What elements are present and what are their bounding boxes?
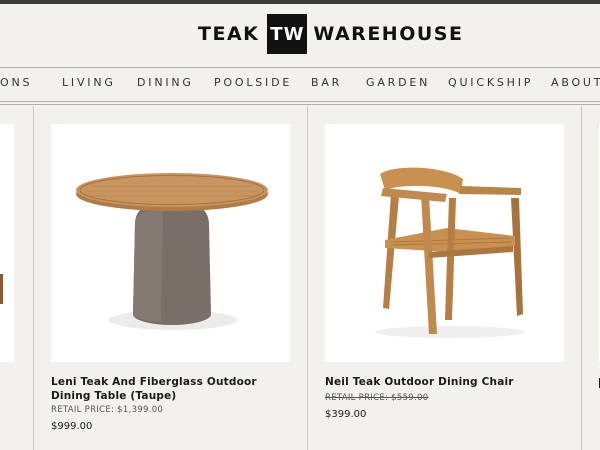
nav-item-quickship[interactable]: QUICKSHIP	[448, 76, 533, 89]
brand-right: WAREHOUSE	[313, 23, 464, 45]
sale-price: $399.00	[325, 409, 367, 420]
product-name[interactable]: Leni Teak And Fiberglass Outdoor Dining …	[51, 376, 291, 403]
sale-price: $999.00	[51, 421, 93, 432]
product-image[interactable]	[51, 124, 290, 362]
product-image-partial[interactable]	[0, 124, 14, 362]
product-card-partial-left[interactable]	[0, 106, 34, 450]
product-card-partial-right[interactable]	[581, 106, 600, 450]
nav-item-collections[interactable]: IONS	[0, 76, 32, 89]
nav-item-bar[interactable]: BAR	[311, 76, 342, 89]
main-nav: IONS LIVING DINING POOLSIDE BAR GARDEN Q…	[0, 76, 600, 92]
product-name[interactable]: Neil Teak Outdoor Dining Chair	[325, 376, 565, 390]
nav-item-about[interactable]: ABOUT	[551, 76, 600, 89]
nav-divider-bottom-2	[0, 104, 600, 105]
nav-divider-top	[0, 67, 600, 68]
product-card[interactable]: Neil Teak Outdoor Dining Chair RETAIL PR…	[307, 106, 581, 450]
nav-item-poolside[interactable]: POOLSIDE	[214, 76, 292, 89]
nav-item-living[interactable]: LIVING	[62, 76, 116, 89]
brand-left: TEAK	[198, 23, 260, 45]
top-bar	[0, 0, 600, 4]
retail-price: RETAIL PRICE: $1,399.00	[51, 405, 164, 415]
product-image[interactable]	[325, 124, 564, 362]
nav-divider-bottom	[0, 101, 600, 102]
brand-logo[interactable]: TEAK TW WAREHOUSE	[198, 14, 463, 54]
teak-dining-table-image	[76, 173, 268, 330]
retail-price: RETAIL PRICE: $559.00	[325, 393, 429, 403]
teak-dining-chair-image	[375, 167, 525, 338]
nav-item-garden[interactable]: GARDEN	[366, 76, 430, 89]
nav-item-dining[interactable]: DINING	[137, 76, 194, 89]
product-card[interactable]: Leni Teak And Fiberglass Outdoor Dining …	[33, 106, 307, 450]
brand-mark: TW	[267, 14, 308, 54]
